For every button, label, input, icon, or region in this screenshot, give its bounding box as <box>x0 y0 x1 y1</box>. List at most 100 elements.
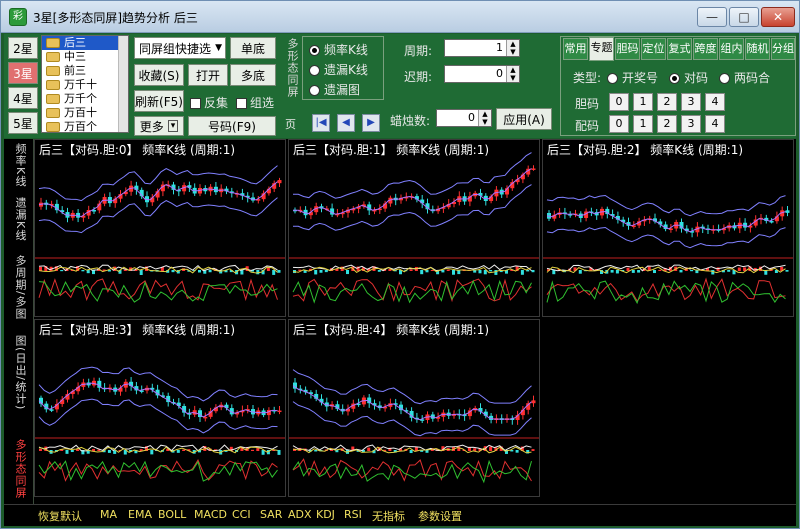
side-tab-multi-form[interactable]: 多形态同屏 <box>12 439 28 501</box>
tab-compound[interactable]: 复式 <box>667 38 692 60</box>
period-stepper[interactable]: 1 ▲ ▼ <box>444 39 520 57</box>
count-stepper[interactable]: 0 ▲ ▼ <box>436 109 492 127</box>
macd-bar <box>610 270 614 273</box>
reset-default-button[interactable]: 恢复默认 <box>38 508 82 524</box>
macd-bar <box>39 448 42 451</box>
side-tab-multi-period[interactable]: 多周期/多图 <box>12 255 28 331</box>
list-item[interactable]: 前三 <box>42 64 128 78</box>
tab-topic[interactable]: 专题 <box>589 37 614 61</box>
multi-bottom-button[interactable]: 多底 <box>230 64 276 86</box>
list-item[interactable]: 万千个 <box>42 92 128 106</box>
star-5-button[interactable]: 5星 <box>8 112 38 134</box>
indicator-adx[interactable]: ADX <box>288 508 312 521</box>
kind-radio-pair[interactable]: 对码 <box>669 69 708 86</box>
macd-bar <box>367 447 371 451</box>
pei-2-button[interactable]: 2 <box>657 115 677 133</box>
pei-1-button[interactable]: 1 <box>633 115 653 133</box>
group-checkbox[interactable]: 组选 <box>236 94 274 111</box>
more-button[interactable]: 更多 ▾ <box>134 116 184 136</box>
side-tab-stats[interactable]: 图(日出/统计) <box>12 335 28 425</box>
indicator-ma[interactable]: MA <box>100 508 117 521</box>
chart-panel[interactable]: 后三【对码.胆:0】 频率K线 (周期:1) <box>34 139 286 317</box>
tab-common[interactable]: 常用 <box>563 38 588 60</box>
indicator-rsi[interactable]: RSI <box>344 508 362 521</box>
macd-bar <box>531 270 535 273</box>
tab-span[interactable]: 跨度 <box>693 38 718 60</box>
favorite-button[interactable]: 收藏(S) <box>134 64 184 86</box>
list-item[interactable]: 中三 <box>42 50 128 64</box>
prev-page-icon[interactable]: ◀ <box>337 114 355 132</box>
single-bottom-button[interactable]: 单底 <box>230 37 276 59</box>
list-scrollbar[interactable] <box>118 36 128 132</box>
tab-random[interactable]: 随机 <box>745 38 770 60</box>
indicator-kdj[interactable]: KDJ <box>316 508 335 521</box>
no-indicator-button[interactable]: 无指标 <box>372 508 405 524</box>
spin-arrows-icon[interactable]: ▲ ▼ <box>506 66 519 82</box>
kind-radio-draw[interactable]: 开奖号 <box>607 69 658 86</box>
chart-panel[interactable]: 后三【对码.胆:4】 频率K线 (周期:1) <box>288 319 540 497</box>
dan-4-button[interactable]: 4 <box>705 93 725 111</box>
macd-bar <box>478 270 482 274</box>
macd-bar <box>467 447 471 451</box>
list-item[interactable]: 万百十 <box>42 106 128 120</box>
pei-3-button[interactable]: 3 <box>681 115 701 133</box>
indicator-sar[interactable]: SAR <box>260 508 282 521</box>
mode-radio-kline[interactable]: 频率K线 <box>309 41 368 58</box>
kind-radio-sum[interactable]: 两码合 <box>719 69 770 86</box>
candle <box>277 410 282 413</box>
tab-panel: 常用 专题 胆码 定位 复式 跨度 组内 随机 分组 类型: 开奖号 对码 两码… <box>560 36 796 136</box>
side-tab-miss-kline[interactable]: 遗漏K线 <box>12 197 28 253</box>
star-3-button[interactable]: 3星 <box>8 62 38 84</box>
spin-arrows-icon[interactable]: ▲ ▼ <box>478 110 491 126</box>
tab-dan[interactable]: 胆码 <box>615 38 640 60</box>
refresh-button[interactable]: 刷新(F5) <box>134 90 184 112</box>
star-2-button[interactable]: 2星 <box>8 37 38 59</box>
dan-0-button[interactable]: 0 <box>609 93 629 111</box>
param-settings-button[interactable]: 参数设置 <box>418 508 462 524</box>
count-label: 蜡烛数: <box>390 114 431 128</box>
tab-position[interactable]: 定位 <box>641 38 666 60</box>
maximize-button[interactable]: □ <box>729 7 759 27</box>
radio-icon <box>309 45 320 56</box>
tab-group[interactable]: 分组 <box>771 38 795 60</box>
next-page-icon[interactable]: ▶ <box>362 114 380 132</box>
type-list[interactable]: 后三 中三 前三 万千十 万千个 万百十 万百个 <box>41 35 129 133</box>
star-4-button[interactable]: 4星 <box>8 87 38 109</box>
chart-panel[interactable]: 后三【对码.胆:2】 频率K线 (周期:1) <box>542 139 794 317</box>
spin-arrows-icon[interactable]: ▲ ▼ <box>506 40 519 56</box>
apply-button[interactable]: 应用(A) <box>496 108 552 130</box>
sync-select-dropdown[interactable]: 同屏组快捷选 ▼ <box>134 37 226 59</box>
lag-stepper[interactable]: 0 ▲ ▼ <box>444 65 520 83</box>
tab-in-group[interactable]: 组内 <box>719 38 744 60</box>
chart-panel[interactable]: 后三【对码.胆:3】 频率K线 (周期:1) <box>34 319 286 497</box>
pei-0-button[interactable]: 0 <box>609 115 629 133</box>
list-item[interactable]: 万百个 <box>42 120 128 132</box>
close-button[interactable]: ✕ <box>761 7 795 27</box>
multi-form-label: 多形态同屏 <box>286 38 299 98</box>
reverse-checkbox[interactable]: 反集 <box>190 94 228 111</box>
dan-3-button[interactable]: 3 <box>681 93 701 111</box>
dan-1-button[interactable]: 1 <box>633 93 653 111</box>
panel-title: 后三【对码.胆:1】 频率K线 (周期:1) <box>293 143 490 157</box>
indicator-macd[interactable]: MACD <box>194 508 227 521</box>
number-button[interactable]: 号码(F9) <box>188 116 276 136</box>
mode-radio-miss-kline[interactable]: 遗漏K线 <box>309 61 368 78</box>
boll-upper-line <box>292 369 532 405</box>
macd-bar <box>139 270 143 275</box>
indicator-cci[interactable]: CCI <box>232 508 251 521</box>
list-item[interactable]: 万千十 <box>42 78 128 92</box>
mode-radio-miss-chart[interactable]: 遗漏图 <box>309 81 360 98</box>
indicator-ema[interactable]: EMA <box>128 508 152 521</box>
first-page-icon[interactable]: |◀ <box>312 114 330 132</box>
side-tab-kline[interactable]: 频率K线 <box>12 143 28 195</box>
list-item[interactable]: 后三 <box>42 36 128 50</box>
app-logo-icon: 彩 <box>9 8 27 26</box>
chart-panel[interactable]: 后三【对码.胆:1】 频率K线 (周期:1) <box>288 139 540 317</box>
pei-4-button[interactable]: 4 <box>705 115 725 133</box>
indicator-boll[interactable]: BOLL <box>158 508 186 521</box>
open-button[interactable]: 打开 <box>188 64 228 86</box>
macd-bar <box>277 450 281 455</box>
dan-2-button[interactable]: 2 <box>657 93 677 111</box>
minimize-button[interactable]: — <box>697 7 727 27</box>
kind-label: 类型: <box>573 71 602 85</box>
